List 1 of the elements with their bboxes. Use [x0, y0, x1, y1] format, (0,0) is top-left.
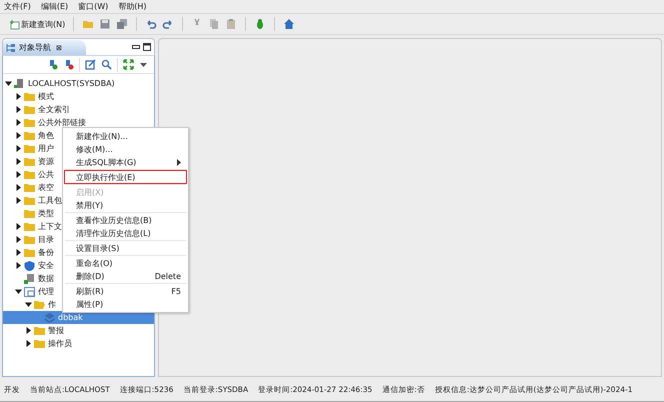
navigator-title: 对象导航	[19, 42, 51, 53]
